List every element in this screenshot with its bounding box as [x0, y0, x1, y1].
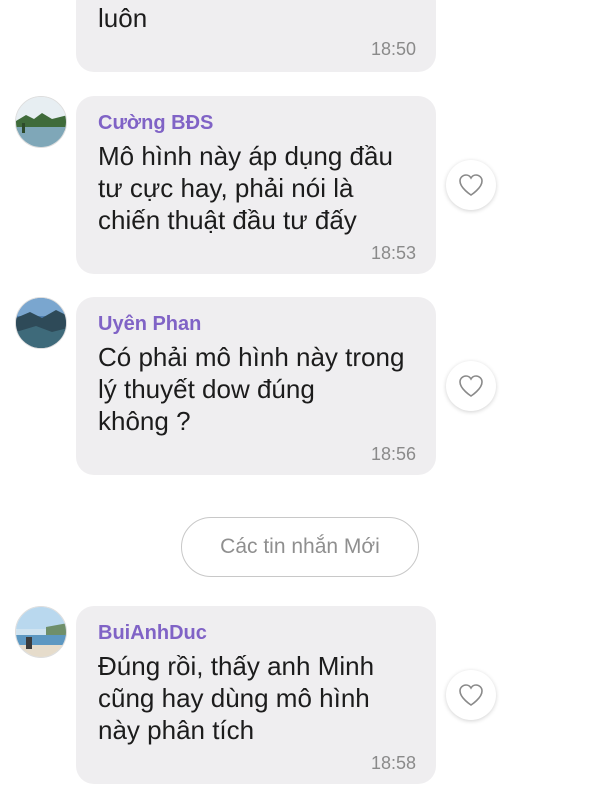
- message-bubble[interactable]: Cường BĐS Mô hình này áp dụng đầu tư cực…: [76, 96, 436, 274]
- message-time: 18:58: [370, 753, 416, 773]
- message-time: 18:53: [370, 243, 416, 263]
- message-bubble[interactable]: Uyên Phan Có phải mô hình này trong lý t…: [76, 297, 436, 475]
- avatar[interactable]: [15, 606, 67, 658]
- avatar[interactable]: [15, 96, 67, 148]
- like-button[interactable]: [446, 361, 496, 411]
- heart-icon: [459, 375, 483, 397]
- like-button[interactable]: [446, 670, 496, 720]
- message-text: luôn: [98, 3, 148, 33]
- message-time: 18:50: [370, 39, 416, 59]
- message-text: Có phải mô hình này trong lý thuyết dow …: [98, 342, 405, 436]
- message-text: Mô hình này áp dụng đầu tư cực hay, phải…: [98, 141, 393, 235]
- message-time: 18:56: [370, 444, 416, 464]
- message-bubble[interactable]: luôn 18:50: [76, 0, 436, 72]
- sender-name[interactable]: BuiAnhDuc: [98, 620, 416, 646]
- message-text: Đúng rồi, thấy anh Minh cũng hay dùng mô…: [98, 651, 375, 745]
- message-bubble[interactable]: BuiAnhDuc Đúng rồi, thấy anh Minh cũng h…: [76, 606, 436, 784]
- new-messages-divider[interactable]: Các tin nhắn Mới: [181, 517, 419, 577]
- heart-icon: [459, 174, 483, 196]
- like-button[interactable]: [446, 160, 496, 210]
- sender-name[interactable]: Cường BĐS: [98, 110, 416, 136]
- sender-name[interactable]: Uyên Phan: [98, 311, 416, 337]
- heart-icon: [459, 684, 483, 706]
- avatar[interactable]: [15, 297, 67, 349]
